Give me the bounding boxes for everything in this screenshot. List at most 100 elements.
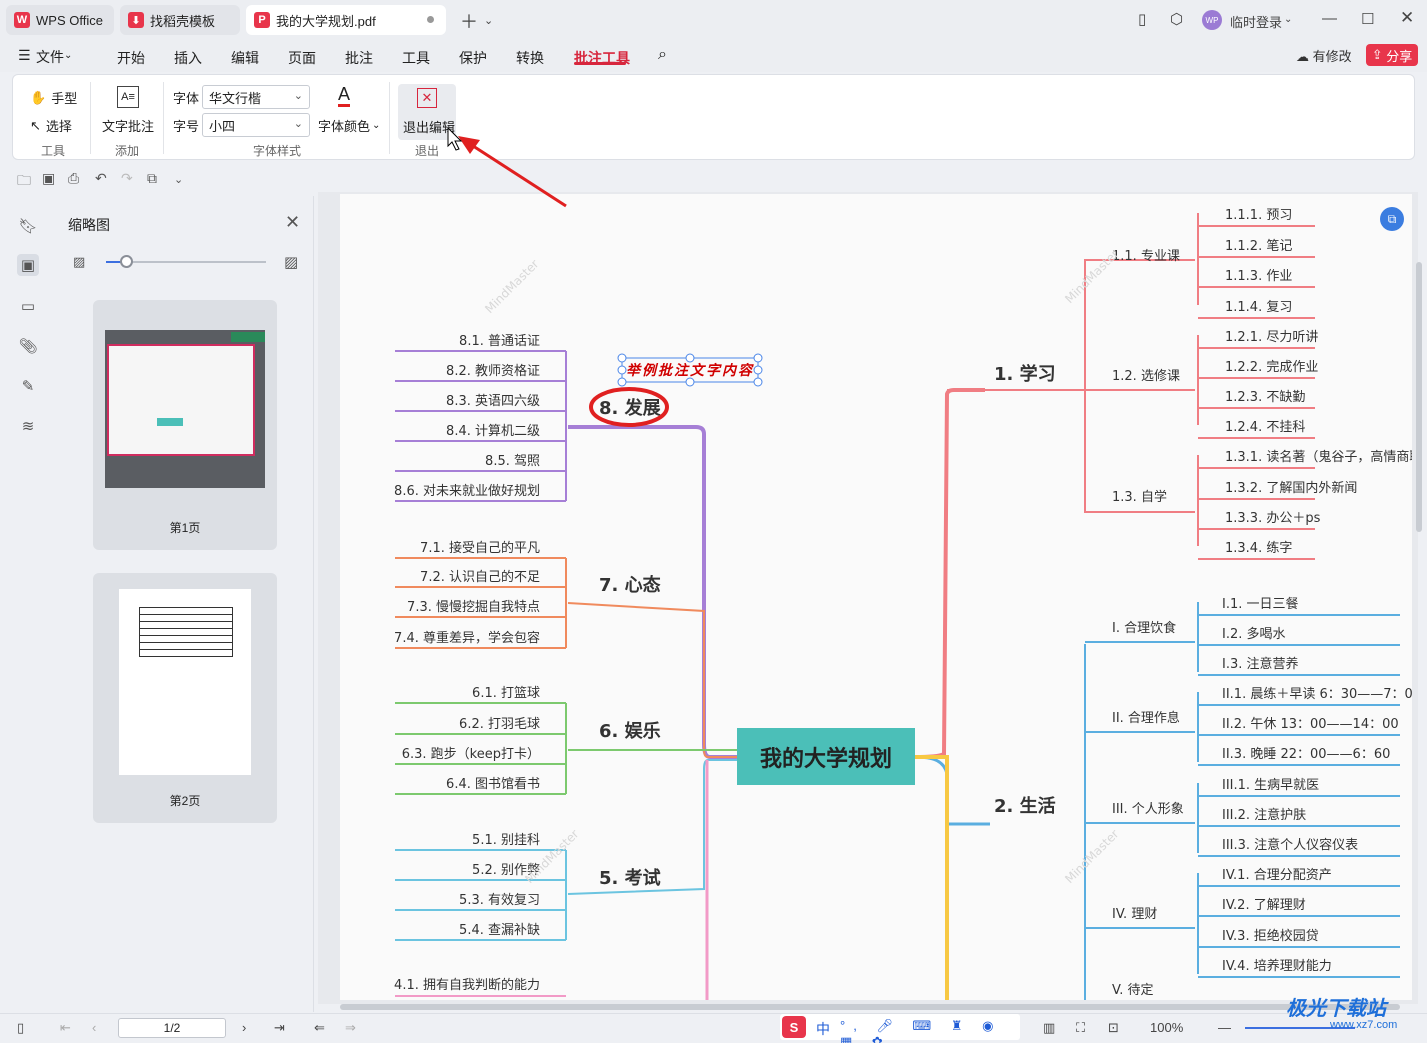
menu-annotation-tools[interactable]: 批注工具	[574, 48, 630, 68]
bookmark-icon[interactable]: 🔖︎	[17, 215, 39, 237]
study-leaf-label: 1.2.1. 尽力听讲	[1225, 330, 1318, 345]
maximize-icon[interactable]: ☐	[1361, 10, 1374, 28]
single-page-icon[interactable]: ▥	[1043, 1020, 1055, 1036]
forward-icon[interactable]: ⇒	[345, 1020, 356, 1036]
tab-wps-office[interactable]: W WPS Office	[6, 5, 114, 35]
close-panel-icon[interactable]: ✕	[285, 212, 300, 233]
login-label[interactable]: 临时登录	[1230, 12, 1282, 31]
mindmaster-watermark: MindMaster	[482, 257, 541, 316]
back-icon[interactable]: ⇐	[314, 1020, 325, 1036]
next-page-icon[interactable]: ›	[242, 1020, 246, 1035]
menu-convert[interactable]: 转换	[516, 48, 544, 68]
minimize-icon[interactable]: —	[1322, 10, 1337, 27]
selection-handle	[617, 365, 627, 375]
exam-leaf-label: 5.4. 查漏补缺	[459, 922, 540, 938]
layout-icon[interactable]: ▯	[1138, 10, 1146, 28]
modified-status[interactable]: ☁ 有修改	[1296, 46, 1352, 65]
tab-pdf-document[interactable]: P 我的大学规划.pdf	[246, 5, 446, 35]
branch-title-life: 2. 生活	[994, 795, 1056, 817]
attachment-icon[interactable]: 📎︎	[17, 335, 39, 357]
large-image-icon[interactable]: ▨	[284, 253, 298, 271]
menu-tools[interactable]: 工具	[402, 48, 430, 68]
selection-handle	[753, 377, 763, 387]
zoom-out-icon[interactable]: —	[1218, 1020, 1231, 1035]
mindset-leaf-label: 7.4. 尊重差异，学会包容	[394, 630, 540, 646]
menu-start[interactable]: 开始	[117, 48, 145, 68]
layers-icon[interactable]: ≋	[17, 415, 39, 437]
ribbon-divider	[389, 82, 390, 154]
text-annotation-button[interactable]: 文字批注	[102, 116, 154, 135]
new-tab-icon[interactable]: ＋	[460, 8, 478, 34]
horizontal-scrollbar[interactable]	[340, 1004, 1400, 1010]
font-size-select[interactable]: 小四 ⌄	[202, 113, 310, 137]
page-1-preview	[105, 330, 265, 488]
study-leaf-label: 1.2.2. 完成作业	[1225, 360, 1318, 375]
last-page-icon[interactable]: ⇥	[274, 1020, 285, 1036]
avatar[interactable]: WP	[1202, 10, 1222, 30]
ime-tool-icons: °, 🎤︎ ⌨ ♜ ◉ ▦ ✿	[840, 1018, 1002, 1043]
life-sub-label: II. 合理作息	[1112, 710, 1180, 726]
title-bar: W WPS Office ⬇ 找稻壳模板 P 我的大学规划.pdf ＋ ⌄ ▯ …	[0, 0, 1427, 40]
wps-pdf-window: W WPS Office ⬇ 找稻壳模板 P 我的大学规划.pdf ＋ ⌄ ▯ …	[0, 0, 1427, 1043]
life-sub-label: I. 合理饮食	[1112, 620, 1176, 636]
branch-line-yellow	[915, 755, 949, 1000]
menu-insert[interactable]: 插入	[174, 48, 202, 68]
hand-tool-button[interactable]: ✋ 手型	[30, 88, 77, 107]
docer-icon: ⬇	[128, 12, 144, 28]
copy-format-icon[interactable]: ⧉	[147, 170, 157, 187]
chevron-down-icon: ⌄	[293, 90, 303, 102]
menu-file[interactable]: 文件	[36, 47, 64, 67]
first-page-icon[interactable]: ⇤	[60, 1020, 71, 1036]
menu-annotate[interactable]: 批注	[345, 48, 373, 68]
open-folder-icon[interactable]: 🗀	[17, 170, 31, 194]
sogou-icon: S	[782, 1016, 806, 1038]
fit-width-icon[interactable]: ⊡	[1108, 1020, 1119, 1036]
close-icon[interactable]: ✕	[1400, 8, 1414, 28]
pdf-page[interactable]: 我的大学规划 1. 学习 1.1. 专业课 1.1.1. 预习 1.1.2. 笔记 1.1…	[340, 194, 1412, 1000]
small-image-icon[interactable]: ▨	[73, 254, 85, 270]
study-leaf-label: 1.1.2. 笔记	[1225, 238, 1292, 254]
annotation-text: 举例批注文字内容	[626, 362, 754, 379]
page-number-input[interactable]: 1/2	[118, 1018, 226, 1038]
slider-handle[interactable]	[120, 255, 133, 268]
thumbnail-page-2[interactable]	[93, 573, 277, 823]
select-tool-button[interactable]: ↖ 选择	[30, 116, 72, 135]
file-chevron-icon[interactable]: ⌄	[64, 50, 72, 61]
mindset-leaf-label: 7.1. 接受自己的平凡	[420, 540, 540, 556]
sidebar-toggle-icon[interactable]: ▯	[17, 1020, 24, 1036]
life-leaf-label: III.2. 注意护肤	[1222, 807, 1306, 823]
font-color-button[interactable]: 字体颜色 ⌄	[318, 116, 380, 135]
group-label-add: 添加	[115, 144, 140, 158]
font-family-select[interactable]: 华文行楷 ⌄	[202, 85, 310, 109]
prev-page-icon[interactable]: ‹	[92, 1020, 96, 1035]
search-icon[interactable]: ⌕	[658, 46, 667, 64]
menu-protect[interactable]: 保护	[459, 48, 487, 68]
undo-icon[interactable]: ↶	[95, 170, 107, 187]
thumbnail-page-1[interactable]	[93, 300, 277, 550]
ime-toolbar[interactable]: S 中 °, 🎤︎ ⌨ ♜ ◉ ▦ ✿	[780, 1014, 1020, 1043]
share-button[interactable]: ⇪ 分享	[1366, 44, 1418, 66]
floating-tool-icon[interactable]: ⧉	[1380, 207, 1404, 231]
sign-icon[interactable]: ✎	[17, 375, 39, 397]
print-icon[interactable]: ⎙	[68, 170, 79, 187]
save-icon[interactable]: ▣	[42, 170, 55, 187]
vertical-scrollbar[interactable]	[1416, 262, 1422, 532]
zoom-level[interactable]: 100%	[1150, 1020, 1183, 1035]
comment-icon[interactable]: ▭	[17, 295, 39, 317]
branch-line-study	[914, 388, 985, 759]
study-leaf-label: 1.1.1. 预习	[1225, 208, 1292, 223]
thumbnail-icon[interactable]: ▣	[17, 254, 39, 276]
redo-icon[interactable]: ↷	[121, 170, 133, 187]
fit-page-icon[interactable]: ⛶	[1076, 1020, 1085, 1036]
develop-leaf-label: 8.4. 计算机二级	[446, 424, 540, 439]
menu-edit[interactable]: 编辑	[231, 48, 259, 68]
menu-page[interactable]: 页面	[288, 48, 316, 68]
tab-template[interactable]: ⬇ 找稻壳模板	[120, 5, 240, 35]
cube-icon[interactable]: ⬡	[1170, 10, 1183, 28]
life-sub-label: IV. 理财	[1112, 907, 1157, 922]
more-chevron-icon[interactable]: ⌄	[174, 173, 183, 186]
menu-hamburger-icon[interactable]: ☰	[18, 47, 31, 64]
group-label-font-style: 字体样式	[253, 144, 302, 158]
chevron-down-icon[interactable]: ⌄	[484, 14, 493, 27]
user-chevron-icon[interactable]: ⌄	[1284, 14, 1292, 25]
